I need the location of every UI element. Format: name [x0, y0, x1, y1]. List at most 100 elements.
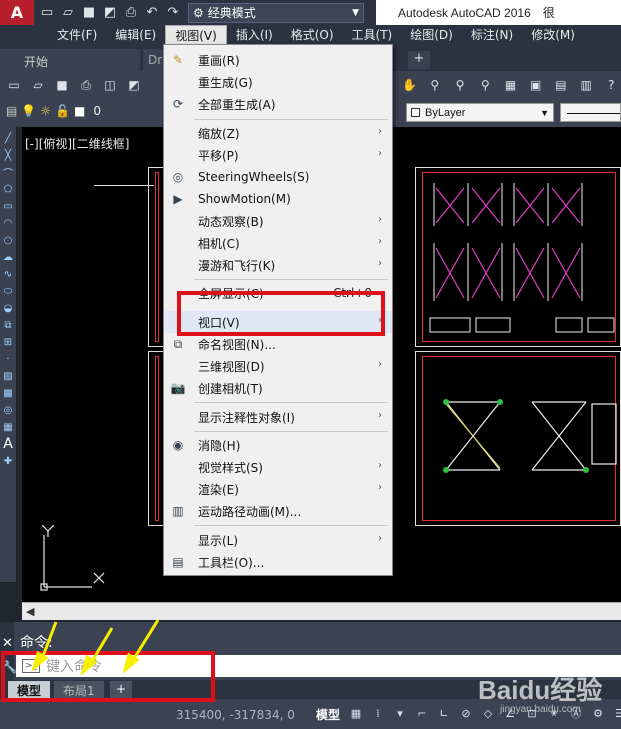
print-icon[interactable]: ⎙ — [122, 4, 140, 22]
menu-insert[interactable]: 插入(I) — [227, 25, 282, 45]
menu-item-toolbars[interactable]: ▤ 工具栏(O)... — [164, 551, 392, 573]
color-control[interactable]: ByLayer ▼ — [406, 103, 554, 122]
menu-item-annotation-objects[interactable]: 显示注释性对象(I) › — [164, 406, 392, 428]
layer-manager-icon[interactable]: ▤ — [6, 104, 17, 118]
construction-line-icon[interactable]: ╳ — [1, 148, 15, 162]
horizontal-scrollbar[interactable]: ◀ — [22, 602, 621, 620]
layer-control[interactable]: ▤ 💡 ☼ 🔓 ■ 0 — [6, 104, 101, 118]
ellipse-arc-icon[interactable]: ◒ — [1, 301, 15, 315]
isodraft-icon[interactable]: ◇ — [480, 705, 496, 721]
publish-icon[interactable]: ◩ — [124, 75, 144, 95]
menu-item-zoom[interactable]: 缩放(Z) › — [164, 122, 392, 144]
save-as-icon[interactable]: ◩ — [101, 4, 119, 22]
menu-item-regen-all[interactable]: ⟳ 全部重生成(A) — [164, 93, 392, 115]
menu-item-pan[interactable]: 平移(P) › — [164, 144, 392, 166]
workspace-dropdown[interactable]: ⚙ 经典模式 ▼ — [188, 2, 364, 23]
menu-item-motion-path[interactable]: ▥ 运动路径动画(M)... — [164, 500, 392, 522]
menu-item-walk-fly[interactable]: 漫游和飞行(K) › — [164, 254, 392, 276]
model-space-button[interactable]: 模型 — [316, 706, 340, 723]
scroll-left-icon[interactable]: ◀ — [26, 605, 34, 618]
chevron-down-icon: ▼ — [352, 7, 359, 18]
menu-item-display[interactable]: 显示(L) › — [164, 529, 392, 551]
save-icon[interactable]: ■ — [80, 4, 98, 22]
menu-modify[interactable]: 修改(M) — [522, 25, 584, 45]
new-file-icon[interactable]: ▭ — [38, 4, 56, 22]
undo-icon[interactable]: ↶ — [143, 4, 161, 22]
standard-toolbar-right: ✋ ⚲ ⚲ ⚲ ▦ ▣ ▤ ▥ ? — [392, 71, 621, 99]
polar-icon[interactable]: ⊘ — [458, 705, 474, 721]
menu-item-named-views[interactable]: ⧉ 命名视图(N)... — [164, 333, 392, 355]
submenu-arrow-icon: › — [378, 258, 382, 269]
grid-icon[interactable]: ▦ — [348, 705, 364, 721]
new-icon[interactable]: ▭ — [4, 75, 24, 95]
help-icon[interactable]: ? — [602, 75, 621, 95]
tool-palettes-icon[interactable]: ▤ — [551, 75, 570, 95]
zoom-previous-icon[interactable]: ⚲ — [476, 75, 495, 95]
menu-item-steeringwheels[interactable]: ◎ SteeringWheels(S) — [164, 166, 392, 188]
make-block-icon[interactable]: ⊞ — [1, 335, 15, 349]
open-icon[interactable]: ▱ — [28, 75, 48, 95]
preview-icon[interactable]: ◫ — [100, 75, 120, 95]
app-menu-button[interactable]: A — [0, 0, 34, 25]
polygon-icon[interactable]: ⬠ — [1, 182, 15, 196]
save-icon[interactable]: ■ — [52, 75, 72, 95]
menu-file[interactable]: 文件(F) — [48, 25, 106, 45]
zoom-window-icon[interactable]: ⚲ — [450, 75, 469, 95]
mtext-icon[interactable]: A — [1, 436, 15, 452]
open-file-icon[interactable]: ▱ — [59, 4, 77, 22]
menu-dimension[interactable]: 标注(N) — [462, 25, 522, 45]
gradient-icon[interactable]: ▩ — [1, 386, 15, 400]
current-layer-name: 0 — [93, 104, 101, 118]
viewport-controls[interactable]: [-][俯视][二维线框] — [25, 135, 129, 152]
polyline-icon[interactable]: ⌒ — [1, 165, 15, 180]
menu-item-hide[interactable]: ◉ 消隐(H) — [164, 434, 392, 456]
menu-item-visual-styles[interactable]: 视觉样式(S) › — [164, 456, 392, 478]
revcloud-icon[interactable]: ☁ — [1, 250, 15, 264]
workspace-switch-icon[interactable]: ⚙ — [590, 705, 606, 721]
menu-item-showmotion[interactable]: ▶ ShowMotion(M) — [164, 188, 392, 210]
ortho-icon[interactable]: ∟ — [436, 705, 452, 721]
menu-item-redraw[interactable]: ✎ 重画(R) — [164, 49, 392, 71]
print-icon[interactable]: ⎙ — [76, 75, 96, 95]
circle-icon[interactable]: ○ — [1, 233, 15, 247]
tab-start[interactable]: 开始 — [0, 49, 140, 71]
menu-draw[interactable]: 绘图(D) — [401, 25, 462, 45]
properties-icon[interactable]: ▦ — [501, 75, 520, 95]
calculator-icon[interactable]: ▥ — [577, 75, 596, 95]
menu-edit[interactable]: 编辑(E) — [106, 25, 165, 45]
menu-format[interactable]: 格式(O) — [282, 25, 343, 45]
menu-item-camera[interactable]: 相机(C) › — [164, 232, 392, 254]
spline-icon[interactable]: ∿ — [1, 267, 15, 281]
point-icon[interactable]: · — [1, 352, 15, 366]
linetype-control[interactable] — [560, 103, 621, 122]
customize-icon[interactable]: ☰ — [612, 705, 621, 721]
add-tab-button[interactable]: + — [408, 51, 430, 69]
infer-icon[interactable]: ⌐ — [414, 705, 430, 721]
menu-tools[interactable]: 工具(T) — [343, 25, 402, 45]
table-icon[interactable]: ▦ — [1, 420, 15, 434]
lock-icon: 🔓 — [55, 104, 71, 118]
menu-view[interactable]: 视图(V) — [165, 25, 227, 45]
region-icon[interactable]: ◎ — [1, 403, 15, 417]
hatch-icon[interactable]: ▨ — [1, 369, 15, 383]
menu-item-orbit[interactable]: 动态观察(B) › — [164, 210, 392, 232]
zoom-realtime-icon[interactable]: ⚲ — [425, 75, 444, 95]
close-icon[interactable]: ✕ — [2, 636, 13, 651]
design-center-icon[interactable]: ▣ — [526, 75, 545, 95]
submenu-arrow-icon: › — [378, 214, 382, 225]
menu-item-render[interactable]: 渲染(E) › — [164, 478, 392, 500]
menu-item-regen[interactable]: 重生成(G) — [164, 71, 392, 93]
chevron-down-icon[interactable]: ▾ — [392, 705, 408, 721]
ellipse-icon[interactable]: ⬭ — [1, 284, 15, 298]
rectangle-icon[interactable]: ▭ — [1, 199, 15, 213]
snap-icon[interactable]: ⁞ — [370, 705, 386, 721]
insert-block-icon[interactable]: ⧉ — [1, 318, 15, 332]
arc-icon[interactable]: ◠ — [1, 216, 15, 230]
add-selected-icon[interactable]: ✚ — [1, 454, 15, 468]
redo-icon[interactable]: ↷ — [164, 4, 182, 22]
menu-item-3d-views[interactable]: 三维视图(D) › — [164, 355, 392, 377]
menu-item-create-camera[interactable]: 📷 创建相机(T) — [164, 377, 392, 399]
pan-icon[interactable]: ✋ — [400, 75, 419, 95]
line-icon[interactable]: ╱ — [1, 131, 15, 145]
draw-toolbar: ╱ ╳ ⌒ ⬠ ▭ ◠ ○ ☁ ∿ ⬭ ◒ ⧉ ⊞ · ▨ ▩ ◎ ▦ A ✚ — [0, 127, 16, 582]
